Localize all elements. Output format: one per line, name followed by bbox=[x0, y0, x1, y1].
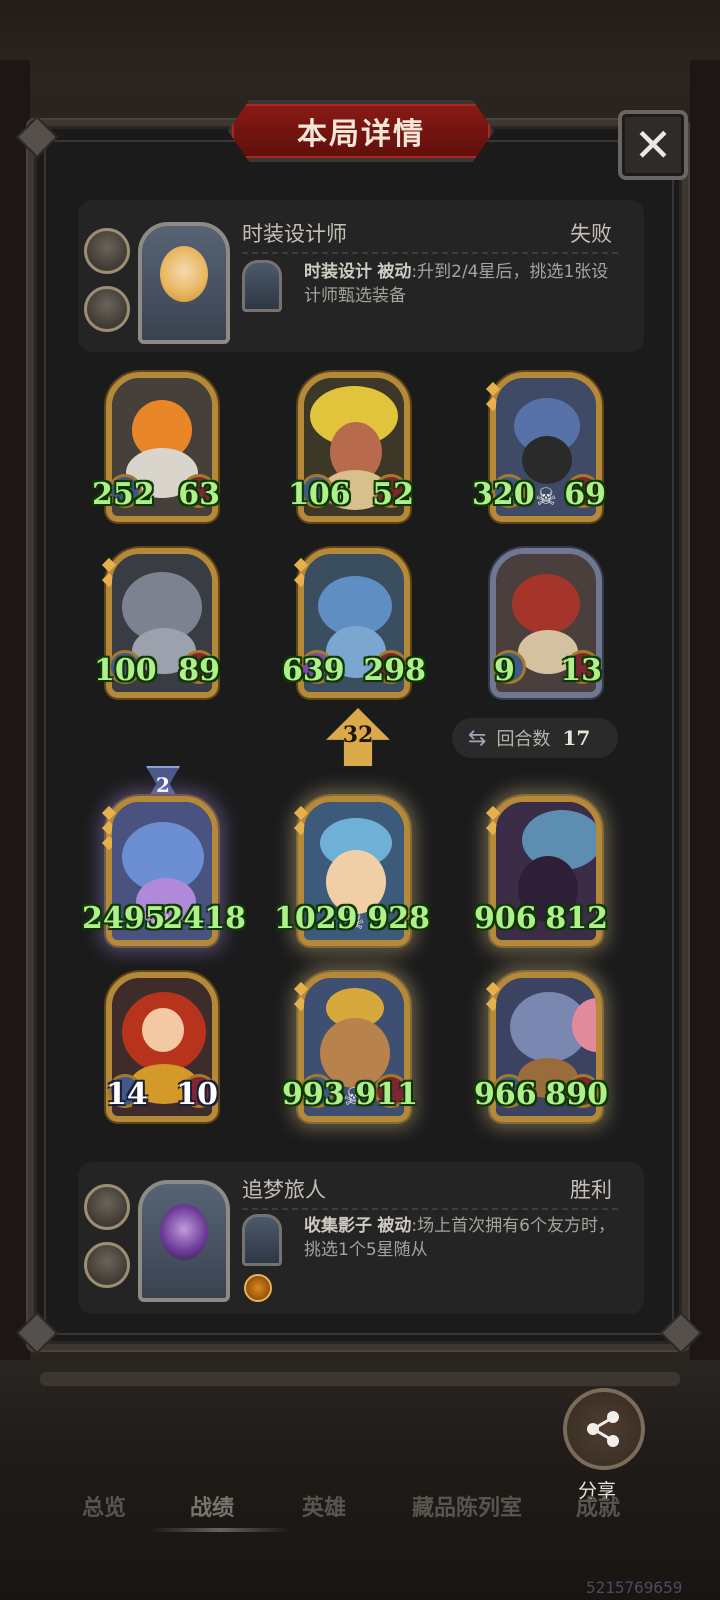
enemy-minion-card[interactable]: ☠ 320 69 bbox=[472, 372, 606, 522]
minion-attack: 106 bbox=[288, 477, 351, 512]
hero-power-description: 时装设计 被动:升到2/4星后，挑选1张设计师甄选装备 bbox=[304, 262, 609, 306]
enemy-minion-card[interactable]: 639 298 bbox=[282, 548, 426, 698]
divider bbox=[242, 252, 618, 254]
background-top bbox=[0, 0, 720, 90]
minion-attack: 100 bbox=[94, 653, 157, 688]
hero-power-description: 收集影子 被动:场上首次拥有6个友方时，挑选1个5星随从 bbox=[304, 1216, 615, 1260]
minion-health: 10 bbox=[176, 1077, 218, 1112]
ally-minion-card[interactable]: ☠ 1029 928 bbox=[274, 796, 430, 946]
enemy-minion-card[interactable]: 100 89 bbox=[94, 548, 220, 698]
opponent-panel: 时装设计师 失败 时装设计 被动:升到2/4星后，挑选1张设计师甄选装备 bbox=[78, 200, 644, 352]
skull-icon: ☠ bbox=[535, 483, 557, 511]
share-button[interactable] bbox=[563, 1388, 645, 1470]
share-icon bbox=[587, 1411, 619, 1447]
minion-attack: 320 bbox=[472, 477, 535, 512]
minion-health: 13 bbox=[560, 653, 602, 688]
round-counter: ⇆ 回合数 17 bbox=[452, 718, 618, 758]
coin-icon bbox=[244, 1274, 272, 1302]
watermark: 5215769659 bbox=[586, 1578, 683, 1597]
minion-health: 52 bbox=[372, 477, 414, 512]
minion-health: 911 bbox=[355, 1077, 418, 1112]
refresh-icon: ⇆ bbox=[468, 725, 487, 751]
hero-name: 时装设计师 bbox=[242, 222, 347, 246]
hero-power-icon[interactable] bbox=[242, 260, 282, 312]
ally-minion-card[interactable]: 906 812 bbox=[474, 796, 608, 946]
match-result: 失败 bbox=[570, 222, 612, 246]
ally-minion-card[interactable]: 14 10 bbox=[106, 972, 218, 1122]
trinket-icon[interactable] bbox=[84, 1184, 130, 1230]
background-left bbox=[0, 60, 30, 1440]
minion-health: 298 bbox=[363, 653, 426, 688]
scrollbar-track bbox=[40, 1372, 680, 1386]
minion-health: 890 bbox=[545, 1077, 608, 1112]
enemy-minion-card[interactable]: 106 52 bbox=[288, 372, 414, 522]
minion-health: 2418 bbox=[162, 901, 247, 936]
hero-portrait[interactable] bbox=[138, 1180, 230, 1302]
trinket-icon[interactable] bbox=[84, 228, 130, 274]
hero-portrait[interactable] bbox=[138, 222, 230, 344]
close-button[interactable]: ✕ bbox=[618, 110, 688, 180]
ally-minion-card[interactable]: ☠ 2495 2418 bbox=[82, 796, 246, 946]
nav-overview[interactable]: 总览 bbox=[82, 1490, 126, 1522]
background-right bbox=[690, 60, 720, 1440]
ally-minion-card[interactable]: ☠ 993 911 bbox=[282, 972, 418, 1122]
nav-records[interactable]: 战绩 bbox=[190, 1490, 234, 1522]
minion-attack: 1029 bbox=[274, 901, 358, 936]
minion-health: 928 bbox=[367, 901, 430, 936]
divider bbox=[242, 1208, 618, 1210]
nav-achievements[interactable]: 成就 bbox=[576, 1490, 620, 1522]
trinket-icon[interactable] bbox=[84, 1242, 130, 1288]
title-banner: 本局详情 bbox=[228, 100, 494, 162]
minion-health: 69 bbox=[564, 477, 606, 512]
nav-heroes[interactable]: 英雄 bbox=[302, 1490, 346, 1522]
minion-attack: 906 bbox=[474, 901, 537, 936]
minion-attack: 2495 bbox=[82, 901, 166, 936]
close-icon: ✕ bbox=[633, 118, 673, 172]
minion-attack: 14 bbox=[106, 1077, 148, 1112]
minion-health: 89 bbox=[178, 653, 220, 688]
minion-health: 812 bbox=[545, 901, 608, 936]
hero-power-icon[interactable] bbox=[242, 1214, 282, 1266]
trinket-icon[interactable] bbox=[84, 286, 130, 332]
minion-attack: 9 bbox=[494, 653, 515, 688]
enemy-minion-card[interactable]: 252 63 bbox=[92, 372, 220, 522]
enemy-minion-card[interactable]: 9 13 bbox=[490, 548, 602, 698]
hero-name: 追梦旅人 bbox=[242, 1178, 326, 1202]
minion-attack: 252 bbox=[92, 477, 155, 512]
ally-minion-card[interactable]: 966 890 bbox=[474, 972, 608, 1122]
round-value: 17 bbox=[562, 726, 591, 750]
dialog-title: 本局详情 bbox=[297, 117, 425, 152]
minion-attack: 639 bbox=[282, 653, 345, 688]
minion-health: 63 bbox=[178, 477, 220, 512]
tavern-tier-value: 32 bbox=[342, 722, 374, 748]
match-result: 胜利 bbox=[570, 1178, 612, 1202]
nav-active-indicator bbox=[150, 1528, 290, 1532]
round-label: 回合数 bbox=[496, 729, 551, 750]
minion-attack: 993 bbox=[282, 1077, 345, 1112]
player-panel: 追梦旅人 胜利 收集影子 被动:场上首次拥有6个友方时，挑选1个5星随从 bbox=[78, 1162, 644, 1314]
minion-attack: 966 bbox=[474, 1077, 537, 1112]
nav-collection[interactable]: 藏品陈列室 bbox=[412, 1490, 522, 1522]
